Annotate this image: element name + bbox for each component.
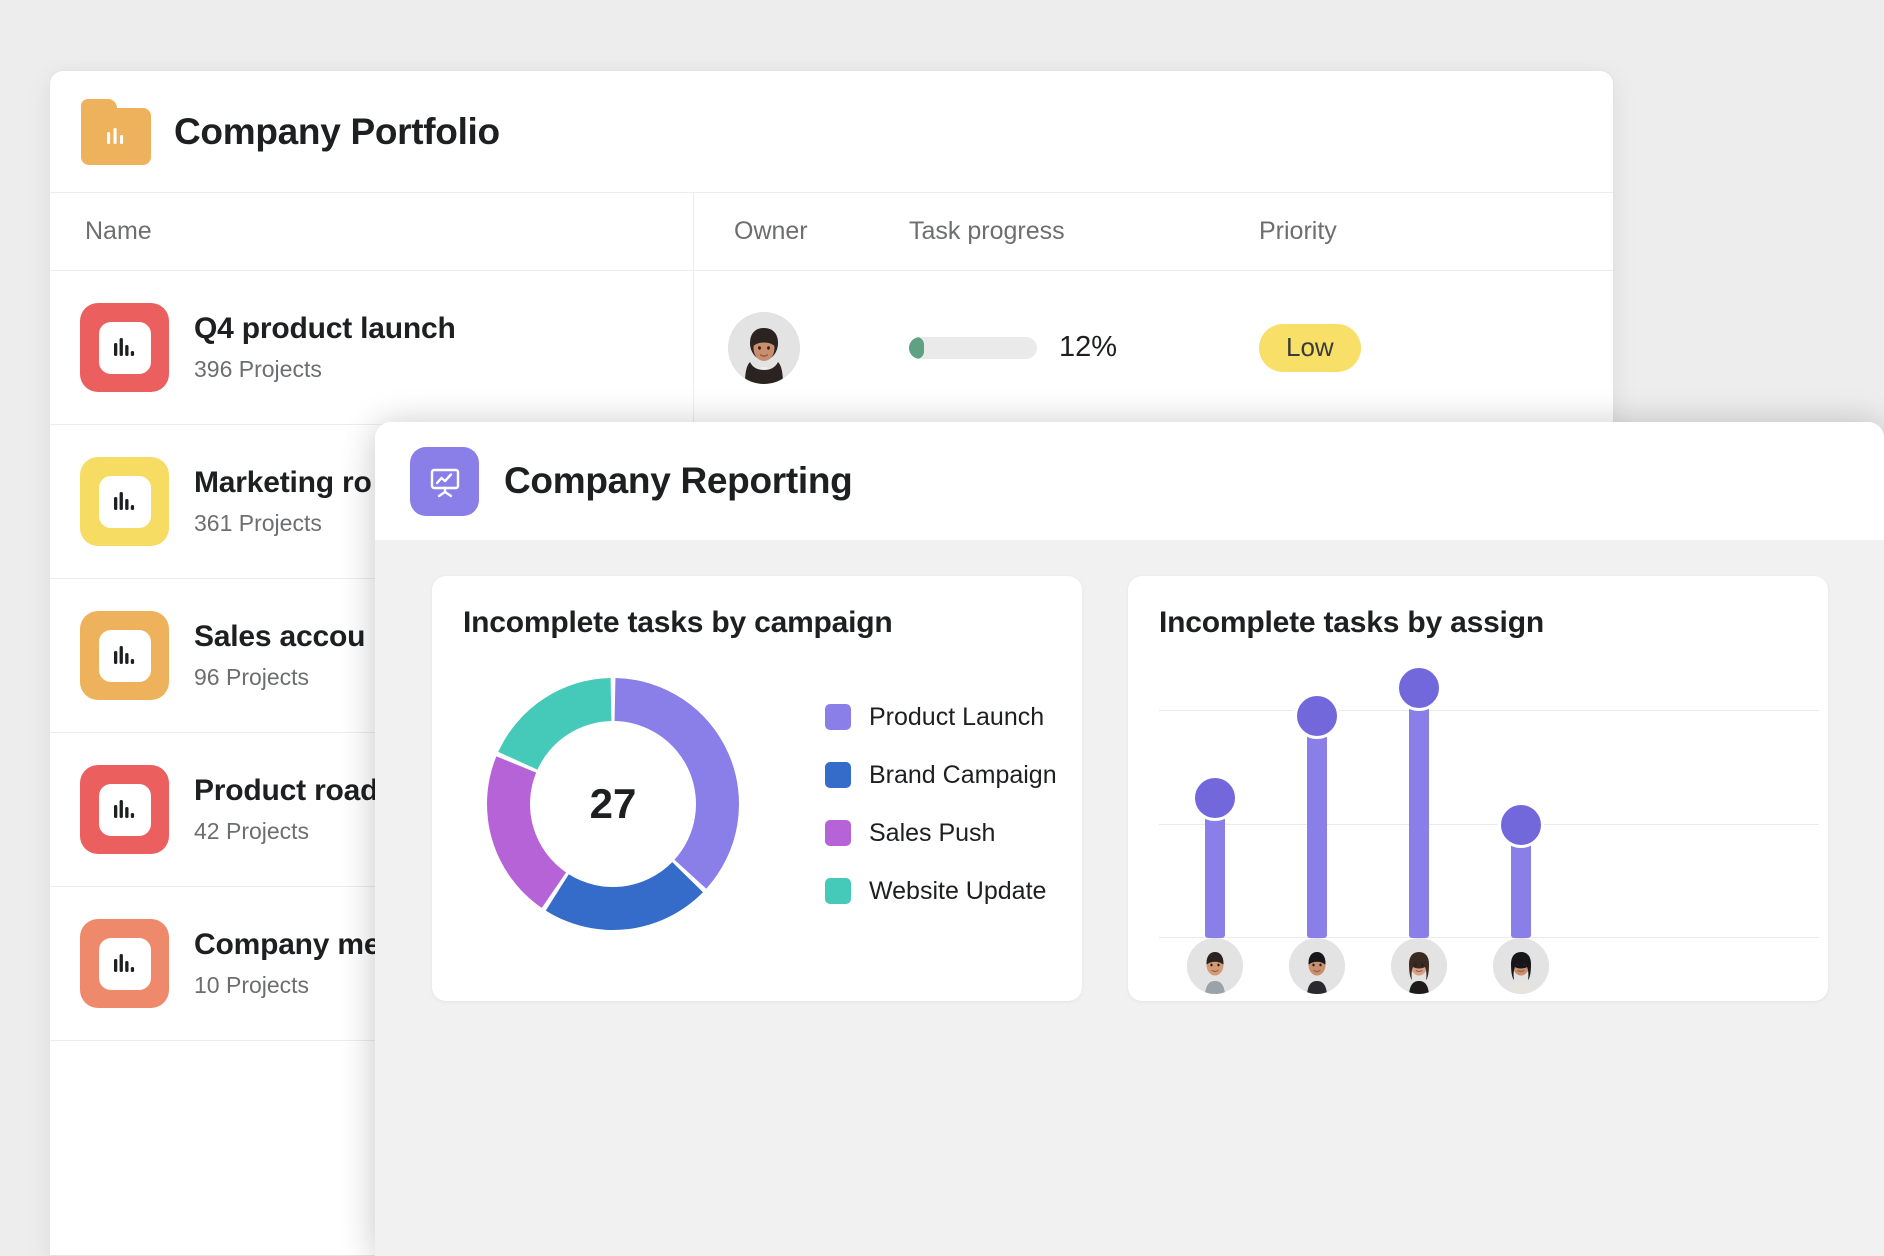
row-owner-cell[interactable]: [694, 271, 909, 424]
project-count: 361 Projects: [194, 510, 372, 537]
presentation-chart-icon: [410, 447, 479, 516]
reporting-title: Company Reporting: [504, 460, 852, 502]
legend-label: Product Launch: [869, 703, 1044, 732]
legend-label: Sales Push: [869, 819, 995, 848]
chart-card-incomplete-by-assignee: Incomplete tasks by assign: [1128, 576, 1828, 1001]
reporting-header: Company Reporting: [375, 422, 1884, 540]
reporting-body: Incomplete tasks by campaign 27 Product …: [375, 540, 1884, 1256]
chart-legend: Product Launch Brand Campaign Sales Push: [825, 703, 1057, 906]
progress-value: 12%: [1059, 331, 1117, 364]
legend-item[interactable]: Sales Push: [825, 819, 1057, 848]
project-chart-icon: [80, 611, 169, 700]
project-count: 96 Projects: [194, 664, 365, 691]
chart-card-incomplete-by-campaign: Incomplete tasks by campaign 27 Product …: [432, 576, 1082, 1001]
company-reporting-window: Company Reporting Incomplete tasks by ca…: [375, 422, 1884, 1256]
legend-item[interactable]: Product Launch: [825, 703, 1057, 732]
avatar: [1187, 938, 1243, 994]
legend-swatch: [825, 704, 851, 730]
screen: Company Portfolio Name Owner Task progre…: [0, 0, 1884, 1256]
project-chart-icon: [80, 457, 169, 546]
project-count: 10 Projects: [194, 972, 380, 999]
column-header-priority[interactable]: Priority: [1259, 193, 1559, 270]
donut-center-total: 27: [463, 654, 763, 954]
project-chart-icon: [80, 303, 169, 392]
legend-item[interactable]: Website Update: [825, 877, 1057, 906]
column-header-name[interactable]: Name: [50, 193, 694, 270]
project-count: 396 Projects: [194, 356, 456, 383]
legend-swatch: [825, 878, 851, 904]
project-name: Marketing ro: [194, 466, 372, 500]
chart-title: Incomplete tasks by assign: [1159, 606, 1828, 640]
project-chart-icon: [80, 919, 169, 1008]
row-priority-cell[interactable]: Low: [1259, 271, 1559, 424]
folder-chart-icon: [81, 99, 151, 165]
avatar: [1493, 938, 1549, 994]
progress-bar: [909, 337, 1037, 359]
chart-title: Incomplete tasks by campaign: [463, 606, 1082, 640]
portfolio-header: Company Portfolio: [50, 71, 1613, 193]
project-name: Sales accou: [194, 620, 365, 654]
column-header-owner[interactable]: Owner: [694, 193, 909, 270]
page-title: Company Portfolio: [174, 111, 500, 153]
project-name: Q4 product launch: [194, 312, 456, 346]
avatar: [1391, 938, 1447, 994]
legend-swatch: [825, 820, 851, 846]
status-badge[interactable]: Low: [1259, 324, 1361, 372]
avatar: [1289, 938, 1345, 994]
legend-label: Brand Campaign: [869, 761, 1057, 790]
row-name-cell[interactable]: Q4 product launch 396 Projects: [50, 271, 694, 424]
legend-label: Website Update: [869, 877, 1046, 906]
project-name: Company me: [194, 928, 380, 962]
legend-item[interactable]: Brand Campaign: [825, 761, 1057, 790]
table-header-row: Name Owner Task progress Priority: [50, 193, 1613, 271]
table-row[interactable]: Q4 product launch 396 Projects: [50, 271, 1613, 425]
legend-swatch: [825, 762, 851, 788]
project-chart-icon: [80, 765, 169, 854]
avatar: [728, 312, 800, 384]
donut-chart: 27: [463, 654, 763, 954]
project-count: 42 Projects: [194, 818, 378, 845]
column-header-task-progress[interactable]: Task progress: [909, 193, 1259, 270]
project-name: Product road: [194, 774, 378, 808]
row-progress-cell[interactable]: 12%: [909, 271, 1259, 424]
lollipop-chart: [1159, 664, 1819, 994]
